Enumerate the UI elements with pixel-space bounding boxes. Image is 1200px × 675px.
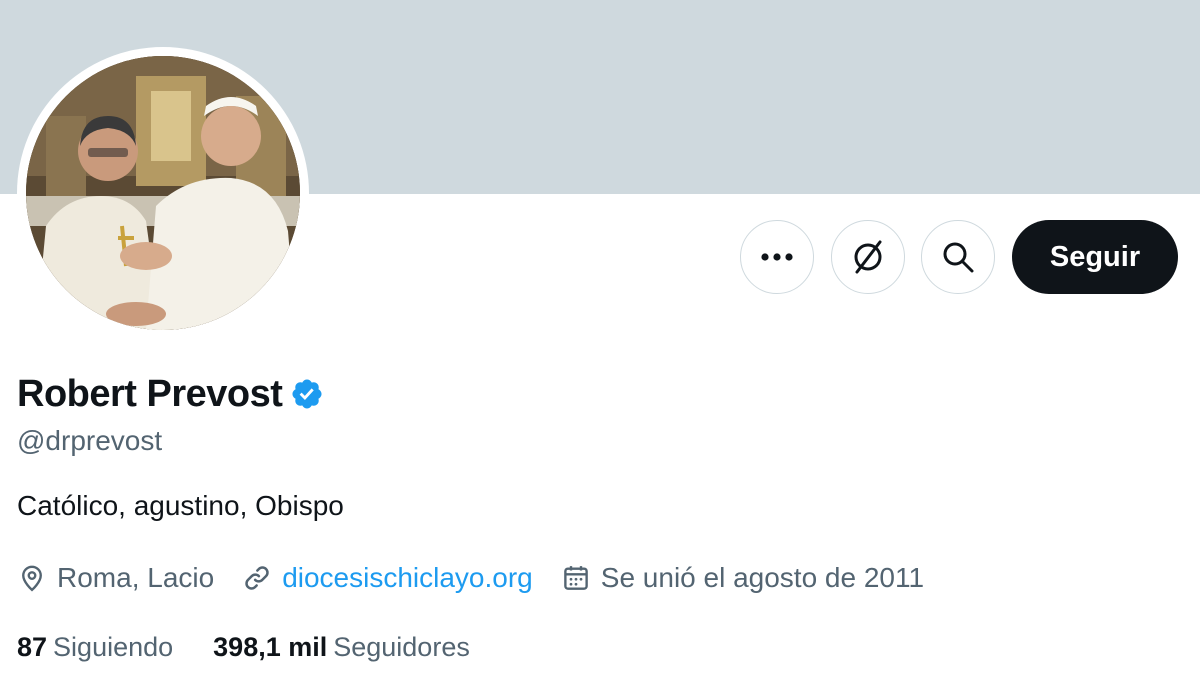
- calendar-icon: [563, 566, 588, 590]
- profile-bio: Católico, agustino, Obispo: [17, 490, 344, 521]
- subscribe-button[interactable]: [831, 220, 905, 294]
- followers-link[interactable]: 398,1 mil Seguidores: [213, 632, 470, 663]
- location-pin-icon: [22, 565, 42, 592]
- website-item: diocesischiclayo.org: [242, 562, 533, 594]
- following-link[interactable]: 87 Siguiendo: [17, 632, 173, 663]
- more-button[interactable]: [740, 220, 814, 294]
- profile-handle: @drprevost: [17, 425, 163, 456]
- avatar-photo: [26, 56, 300, 330]
- following-label: Siguiendo: [53, 631, 174, 662]
- profile-stats: 87 Siguiendo 398,1 mil Seguidores: [17, 627, 510, 667]
- followers-label: Seguidores: [333, 631, 470, 662]
- verified-badge-icon[interactable]: [290, 377, 324, 411]
- website-link[interactable]: diocesischiclayo.org: [282, 562, 533, 594]
- joined-item: Se unió el agosto de 2011: [561, 562, 924, 594]
- circle-slash-icon: [854, 240, 882, 274]
- profile-name-row: Robert Prevost: [17, 370, 324, 418]
- link-icon: [245, 566, 269, 590]
- joined-text: Se unió el agosto de 2011: [600, 562, 925, 593]
- location-item: Roma, Lacio: [17, 562, 214, 594]
- location-text: Roma, Lacio: [57, 562, 215, 593]
- search-profile-button[interactable]: [921, 220, 995, 294]
- avatar[interactable]: [26, 56, 300, 330]
- followers-count: 398,1 mil: [213, 631, 328, 662]
- follow-button[interactable]: Seguir: [1012, 220, 1178, 294]
- more-horizontal-icon: [761, 253, 793, 261]
- search-icon: [943, 242, 974, 273]
- following-count: 87: [17, 631, 48, 662]
- profile-meta: Roma, Lacio diocesischiclayo.org Se unió…: [17, 558, 952, 598]
- profile-name: Robert Prevost: [17, 372, 283, 415]
